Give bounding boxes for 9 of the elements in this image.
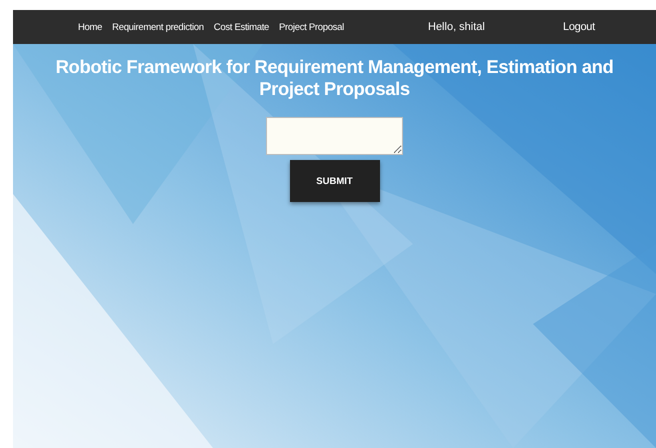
nav-link[interactable]: Project Proposal [279, 22, 344, 32]
nav-link[interactable]: Home [78, 22, 102, 32]
submit-button[interactable]: SUBMIT [290, 160, 380, 202]
page-title: Robotic Framework for Requirement Management, Estimation and Project Proposals [54, 56, 614, 100]
user-greeting: Hello, shital [428, 21, 486, 33]
input-field[interactable] [266, 117, 403, 155]
nav-link[interactable]: Cost Estimate [214, 22, 270, 32]
nav-link[interactable]: Requirement prediction [112, 22, 204, 32]
logout-link[interactable]: Logout [563, 21, 595, 33]
